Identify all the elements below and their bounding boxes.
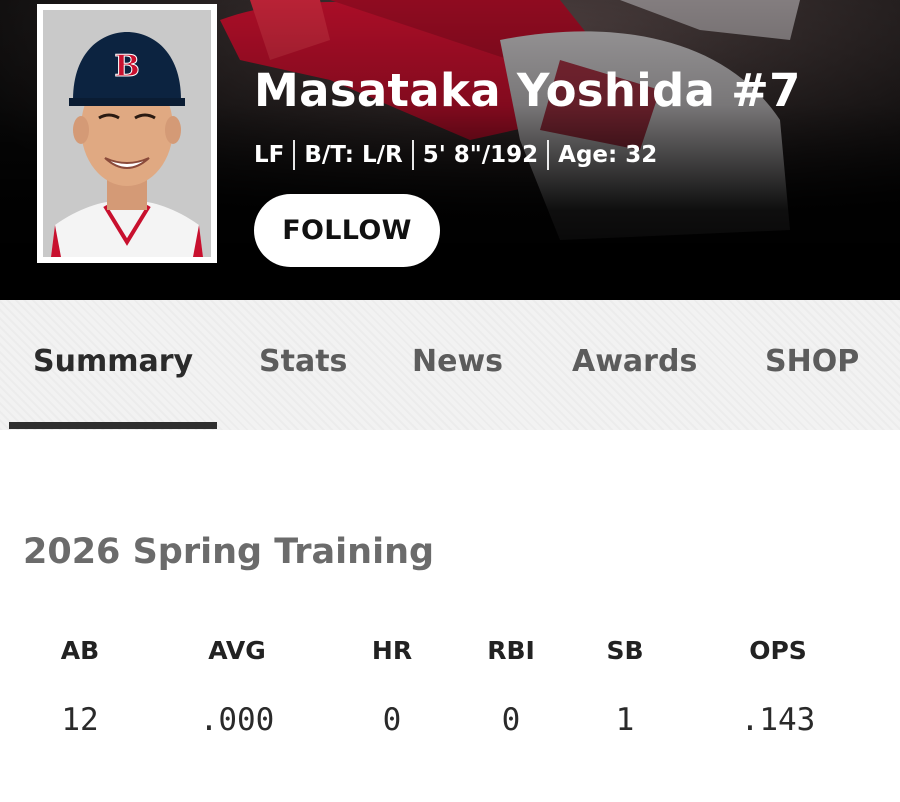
stat-value-ab: 12 (61, 702, 99, 738)
bio-divider (547, 140, 550, 170)
follow-button[interactable]: FOLLOW (254, 194, 440, 267)
player-bio-line: LF B/T: L/R 5' 8"/192 Age: 32 (254, 140, 657, 170)
tab-shop[interactable]: SHOP (765, 344, 859, 384)
stat-value-avg: .000 (199, 702, 275, 738)
stat-header-sb: SB (606, 636, 644, 665)
tab-awards[interactable]: Awards (572, 344, 697, 384)
player-height-weight: 5' 8"/192 (422, 142, 539, 168)
player-tab-bar: Summary Stats News Awards SHOP (0, 300, 900, 430)
tab-stats[interactable]: Stats (259, 344, 347, 384)
player-name: Masataka Yoshida #7 (254, 64, 801, 117)
bio-divider (411, 140, 414, 170)
tab-summary[interactable]: Summary (33, 344, 193, 384)
player-position: LF (254, 142, 285, 168)
cap-logo: B (114, 49, 139, 84)
stat-header-ab: AB (60, 636, 100, 665)
active-tab-indicator (9, 422, 217, 429)
stat-value-sb: 1 (615, 702, 635, 738)
player-bats-throws: B/T: L/R (304, 142, 403, 168)
player-hero-banner: B Masataka Yoshida #7 LF B/T: L/R 5' 8"/… (0, 0, 900, 300)
stat-header-avg: AVG (208, 636, 266, 665)
tab-news[interactable]: News (412, 344, 503, 384)
player-headshot: B (37, 4, 217, 263)
bio-divider (293, 140, 296, 170)
stat-value-ops: .143 (740, 702, 816, 738)
stats-section-title: 2026 Spring Training (23, 532, 435, 572)
player-headshot-image: B (43, 10, 211, 257)
player-age: Age: 32 (558, 142, 658, 168)
stat-header-ops: OPS (749, 636, 807, 665)
